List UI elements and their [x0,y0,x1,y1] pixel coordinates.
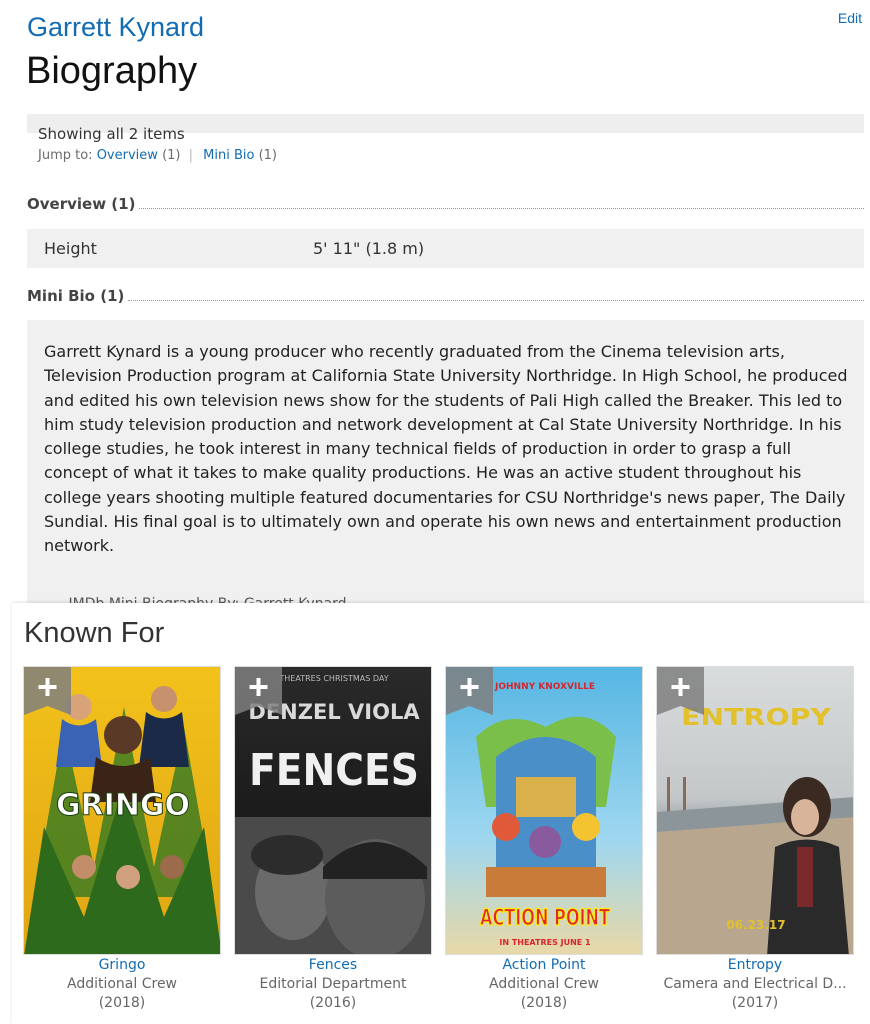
poster-names-action-point: JOHNNY KNOXVILLE [494,682,595,692]
height-label: Height [44,239,97,258]
poster-tagline-action-point: IN THEATRES JUNE 1 [499,938,591,947]
year-gringo: (2018) [98,995,146,1011]
poster-title-gringo: GRINGO [56,788,190,823]
height-value: 5' 11" (1.8 m) [313,239,425,258]
known-for-card-fences: THEATRES CHRISTMAS DAY DENZEL VIOLA FENC… [234,666,432,1013]
poster-tagline-fences: THEATRES CHRISTMAS DAY [278,674,388,683]
known-for-card-action-point: JOHNNY KNOXVILLE ACTION POINT IN THEATRE… [445,666,643,1013]
title-link-gringo[interactable]: Gringo [23,956,221,975]
mini-bio-text: Garrett Kynard is a young producer who r… [44,342,848,556]
known-for-card-gringo: GRINGO Gringo Additional Crew (2018) [23,666,221,1013]
add-to-watchlist-fences[interactable] [235,667,282,715]
title-link-action-point[interactable]: Action Point [445,956,643,975]
jump-link-mini-bio[interactable]: Mini Bio [203,148,254,163]
known-for-panel: Known For GRINGO Gringo Additional Crew … [12,603,870,1024]
title-link-fences[interactable]: Fences [234,956,432,975]
role-action-point: Additional Crew [488,976,600,992]
poster-date-entropy: 06.23.17 [726,918,785,932]
title-link-entropy[interactable]: Entropy [656,956,854,975]
page-title: Biography [26,50,198,92]
known-for-heading: Known For [24,617,165,649]
add-to-watchlist-gringo[interactable] [24,667,71,715]
poster-title-fences: FENCES [249,745,419,796]
overview-heading-text: Overview (1) [27,195,136,213]
year-entropy: (2017) [731,995,779,1011]
edit-link[interactable]: Edit [838,10,862,26]
poster-title-action-point: ACTION POINT [480,906,610,931]
jump-count-mini-bio: (1) [258,148,278,163]
mini-bio-heading-text: Mini Bio (1) [27,287,125,305]
jump-box: Showing all 2 items Jump to: Overview (1… [27,114,864,170]
add-to-watchlist-action-point[interactable] [446,667,493,715]
role-gringo: Additional Crew [66,976,178,992]
overview-heading: Overview (1) [27,195,864,213]
section-divider [128,300,864,301]
poster-gringo[interactable]: GRINGO [23,666,221,955]
poster-action-point[interactable]: JOHNNY KNOXVILLE ACTION POINT IN THEATRE… [445,666,643,955]
mini-bio-box: Garrett Kynard is a young producer who r… [27,320,864,610]
item-count: Showing all 2 items [38,125,185,143]
height-row: Height 5' 11" (1.8 m) [27,229,864,268]
jump-separator: | [188,148,194,163]
poster-fences[interactable]: THEATRES CHRISTMAS DAY DENZEL VIOLA FENC… [234,666,432,955]
add-to-watchlist-entropy[interactable] [657,667,704,715]
jump-count-overview: (1) [162,148,181,163]
year-action-point: (2018) [520,995,568,1011]
person-name-link[interactable]: Garrett Kynard [27,12,204,43]
jump-to-label: Jump to: [38,148,93,163]
role-fences: Editorial Department [259,976,407,992]
jump-link-overview[interactable]: Overview [97,148,158,163]
known-for-card-entropy: ENTROPY 06.23.17 Entropy Camera and Elec… [656,666,854,1013]
year-fences: (2016) [309,995,357,1011]
mini-bio-heading: Mini Bio (1) [27,287,864,305]
poster-entropy[interactable]: ENTROPY 06.23.17 [656,666,854,955]
role-entropy: Camera and Electrical D... [663,976,847,992]
section-divider [139,208,864,209]
jump-to-nav: Jump to: Overview (1) | Mini Bio (1) [38,148,277,163]
